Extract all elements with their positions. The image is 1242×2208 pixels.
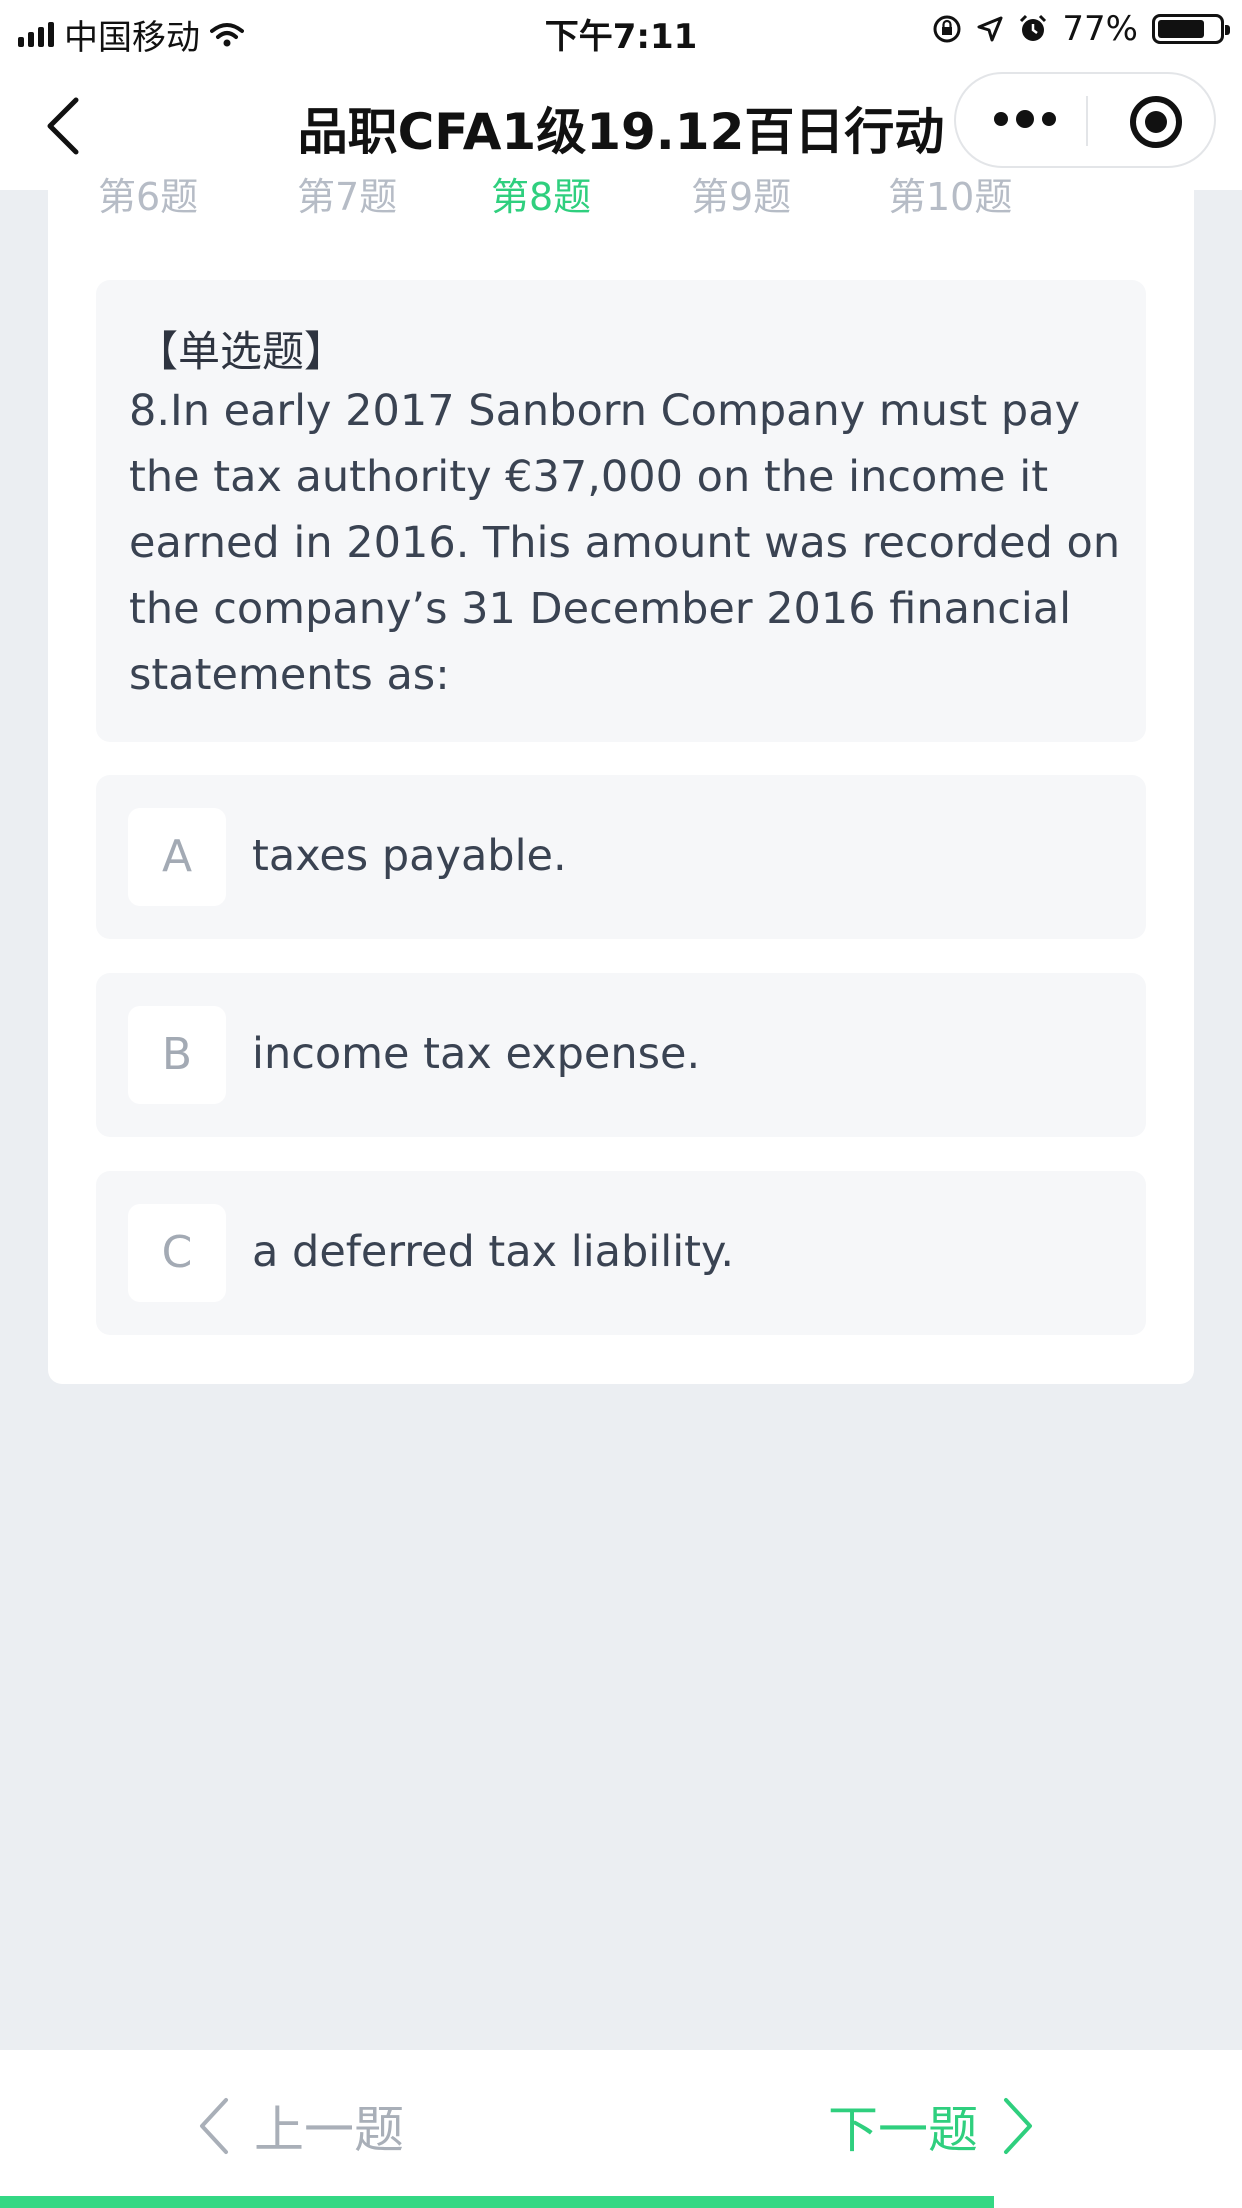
chevron-left-icon — [200, 2098, 228, 2154]
status-bar: 中国移动 下午7:11 77% — [0, 0, 1242, 62]
close-button[interactable] — [1130, 96, 1182, 148]
tab-question-6[interactable]: 第6题 — [98, 172, 198, 221]
option-text: taxes payable. — [252, 831, 567, 881]
tab-question-10[interactable]: 第10题 — [888, 172, 1012, 221]
battery-percent: 77% — [1062, 9, 1138, 49]
option-b[interactable]: B income tax expense. — [96, 973, 1146, 1137]
option-letter: A — [128, 808, 226, 906]
more-button[interactable] — [994, 110, 1056, 128]
capsule-divider — [1086, 96, 1088, 146]
tab-question-8[interactable]: 第8题 — [491, 172, 591, 221]
target-icon — [1145, 111, 1167, 133]
question-card: 第6题 第7题 第8题 第9题 第10题 【单选题】 8.In early 20… — [48, 175, 1194, 1384]
rotation-lock-icon — [933, 15, 961, 43]
status-right: 77% — [932, 9, 1230, 49]
battery-icon — [1152, 14, 1230, 44]
option-letter: C — [128, 1204, 226, 1302]
option-text: income tax expense. — [252, 1029, 701, 1079]
tab-question-7[interactable]: 第7题 — [297, 172, 397, 221]
question-tabs: 第6题 第7题 第8题 第9题 第10题 — [48, 172, 1194, 222]
tab-question-9[interactable]: 第9题 — [691, 172, 791, 221]
next-question-button[interactable]: 下一题 — [828, 2090, 1036, 2162]
chevron-right-icon — [1004, 2098, 1032, 2154]
mini-program-capsule — [954, 72, 1216, 168]
question-text: 8.In early 2017 Sanborn Company must pay… — [129, 386, 1121, 700]
prev-question-button[interactable]: 上一题 — [196, 2090, 404, 2162]
next-label: 下一题 — [828, 2101, 978, 2159]
bottom-bar: 上一题 下一题 — [0, 2050, 1242, 2208]
battery-fill — [1158, 20, 1205, 38]
option-text: a deferred tax liability. — [252, 1227, 734, 1277]
option-letter: B — [128, 1006, 226, 1104]
progress-bar — [0, 2196, 994, 2208]
prev-label: 上一题 — [254, 2101, 404, 2159]
more-dots-icon — [994, 112, 1008, 126]
location-icon — [977, 16, 1003, 42]
question-box: 【单选题】 8.In early 2017 Sanborn Company mu… — [96, 280, 1146, 742]
alarm-icon — [1020, 14, 1047, 41]
question-type: 【单选题】 — [136, 327, 347, 376]
option-a[interactable]: A taxes payable. — [96, 775, 1146, 939]
nav-bar: 品职CFA1级19.12百日行动 — [0, 62, 1242, 190]
option-c[interactable]: C a deferred tax liability. — [96, 1171, 1146, 1335]
